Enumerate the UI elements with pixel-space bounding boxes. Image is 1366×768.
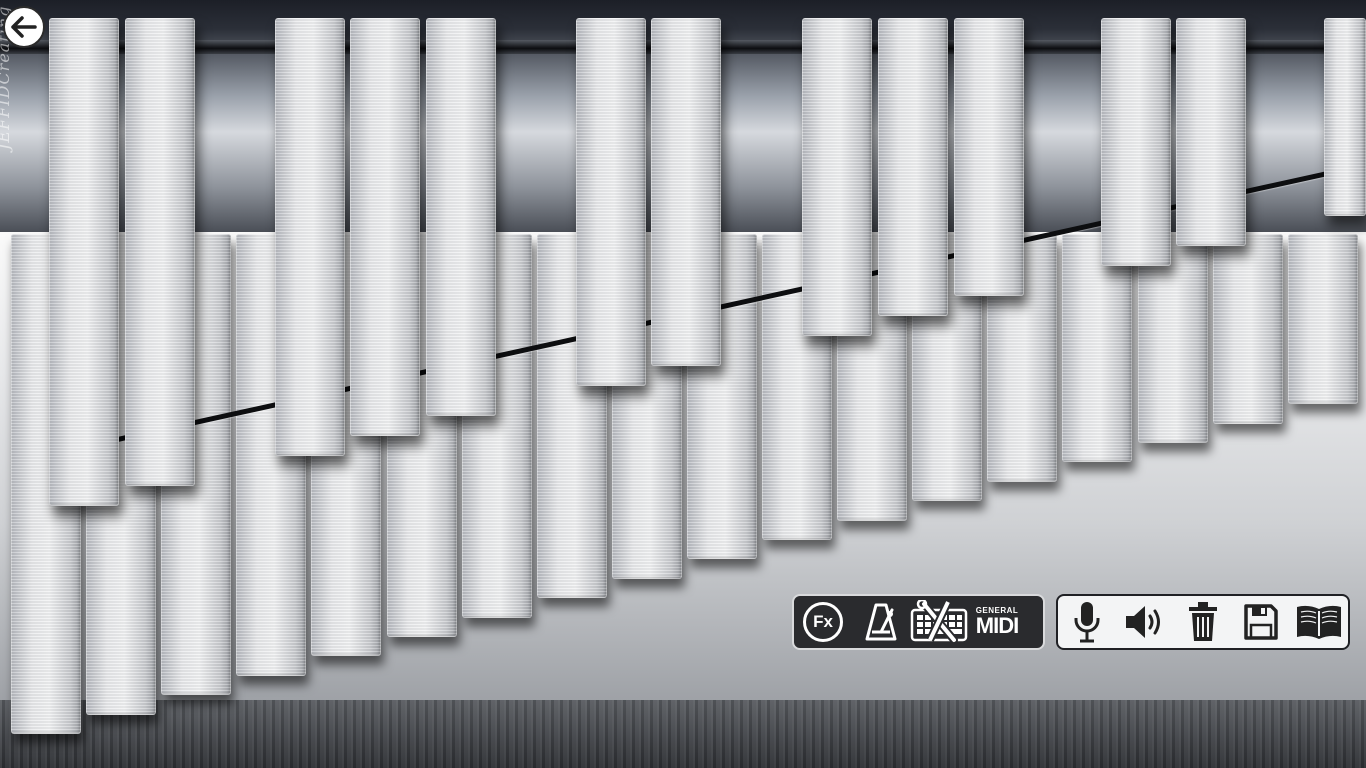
actions-toolbar [1056, 594, 1350, 650]
speaker-icon [1126, 606, 1160, 638]
volume-button[interactable] [1116, 596, 1174, 648]
fx-button[interactable]: Fx [794, 596, 852, 648]
sharp-bar[interactable] [954, 18, 1024, 296]
fx-label: Fx [813, 612, 833, 631]
natural-bar[interactable] [1287, 234, 1358, 405]
trash-icon [1189, 602, 1217, 641]
sharp-bar[interactable] [426, 18, 496, 416]
wooden-floor [0, 700, 1366, 768]
book-icon [1297, 605, 1341, 639]
keyboard-settings-button[interactable] [910, 596, 968, 648]
sharp-bar[interactable] [125, 18, 195, 486]
delete-button[interactable] [1174, 596, 1232, 648]
songbook-button[interactable] [1290, 596, 1348, 648]
sharp-bar[interactable] [651, 18, 721, 366]
sharp-bar[interactable] [1324, 18, 1366, 216]
record-button[interactable] [1058, 596, 1116, 648]
metronome-button[interactable] [852, 596, 910, 648]
sharp-bar[interactable] [576, 18, 646, 386]
midi-logo: GENERAL MIDI [975, 607, 1020, 638]
fx-icon: Fx [803, 602, 843, 642]
sharp-bar[interactable] [1101, 18, 1171, 266]
sharp-bar[interactable] [1176, 18, 1246, 246]
effects-toolbar: Fx GENERAL MIDI [792, 594, 1045, 650]
floppy-disk-icon [1244, 604, 1278, 640]
midi-bottom-label: MIDI [975, 613, 1019, 638]
arrow-left-icon [11, 16, 37, 38]
sharp-bar[interactable] [49, 18, 119, 506]
sharp-bar[interactable] [878, 18, 948, 316]
general-midi-button[interactable]: GENERAL MIDI [968, 596, 1026, 648]
back-button[interactable] [3, 6, 45, 48]
sharp-bar[interactable] [275, 18, 345, 456]
sharp-bar[interactable] [802, 18, 872, 336]
natural-bar[interactable] [1212, 234, 1283, 424]
sharp-bar[interactable] [350, 18, 420, 436]
metronome-icon [865, 603, 897, 641]
keyboard-settings-icon [910, 600, 968, 644]
microphone-icon [1074, 602, 1100, 643]
natural-bar[interactable] [1062, 234, 1133, 463]
save-button[interactable] [1232, 596, 1290, 648]
